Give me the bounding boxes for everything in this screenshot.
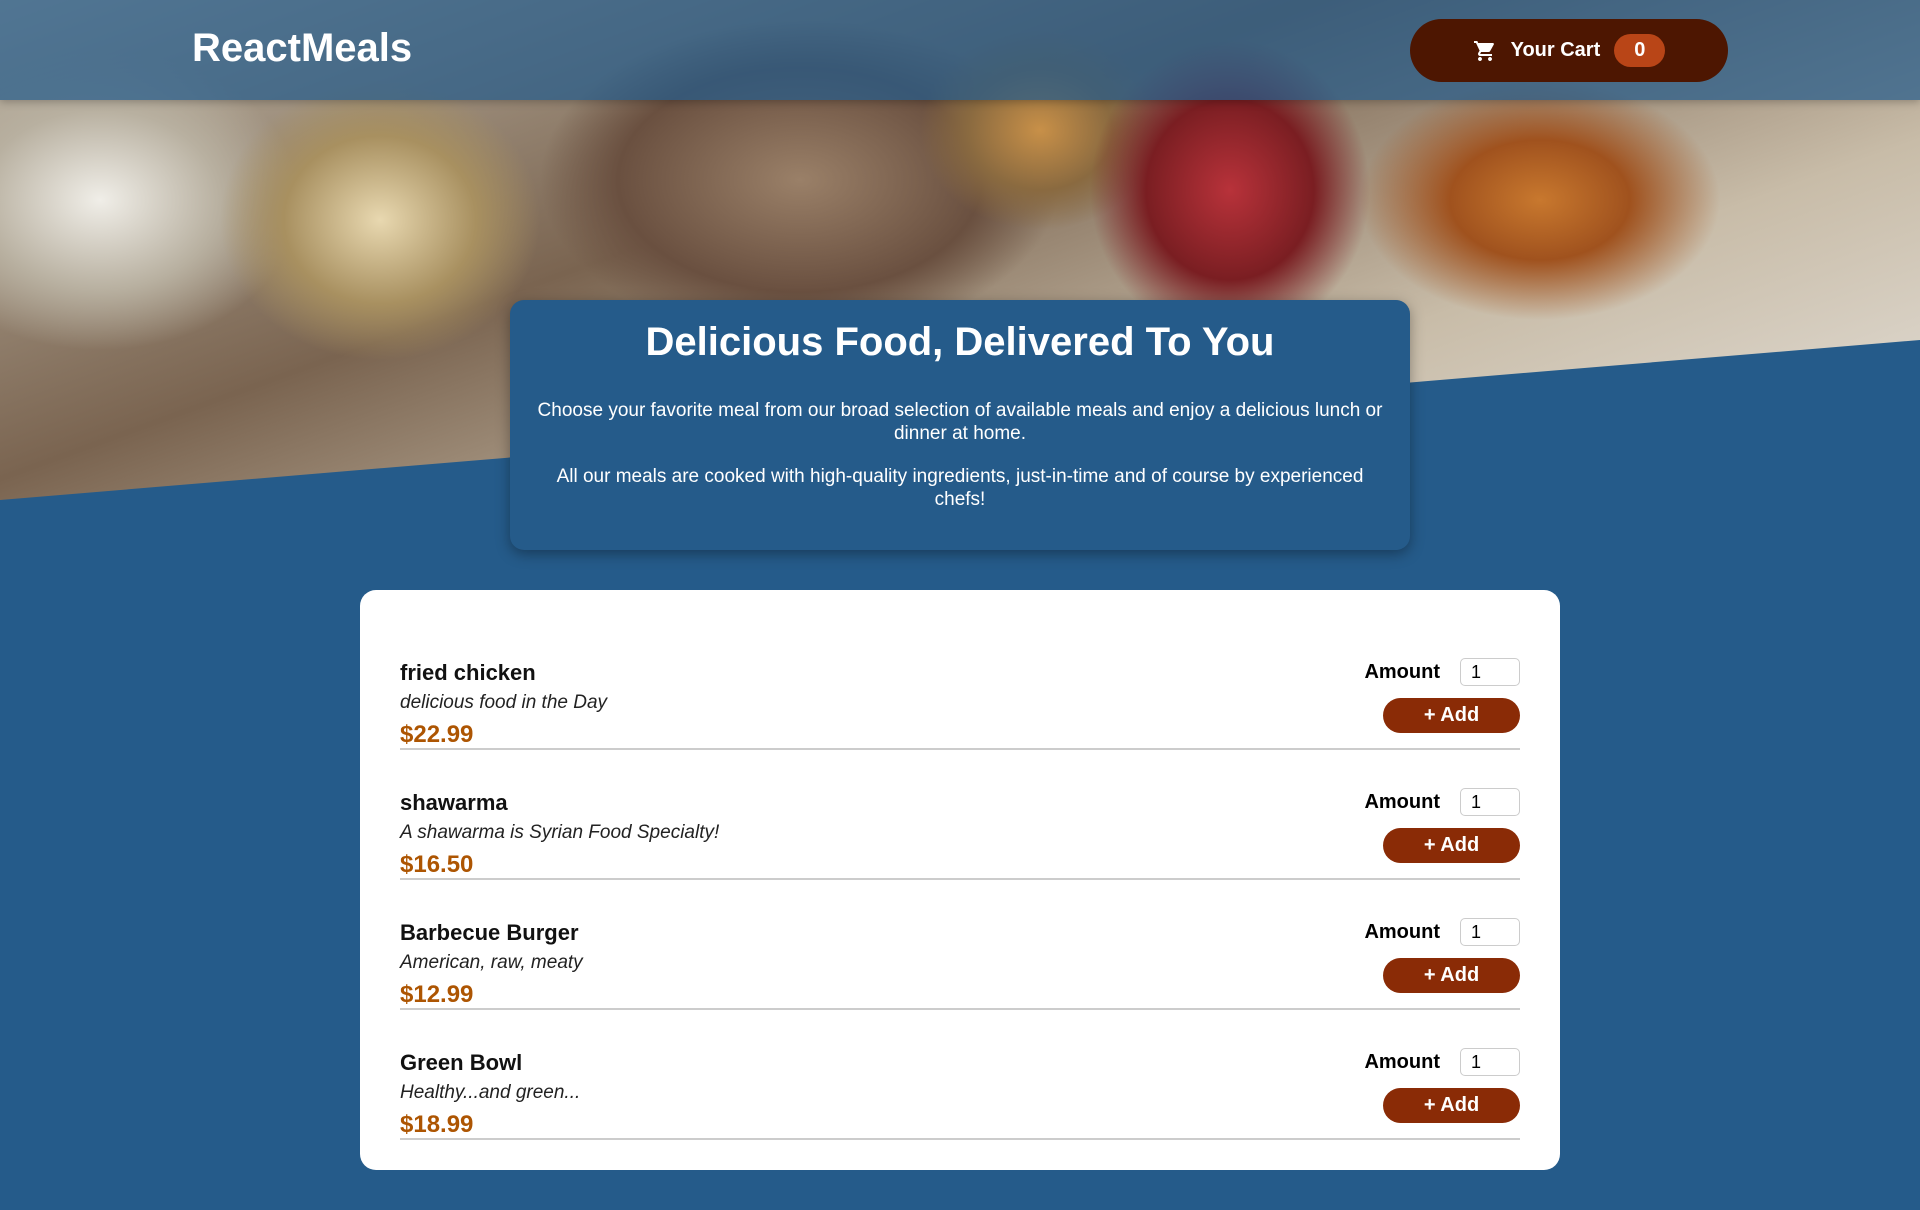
add-button[interactable]: + Add: [1383, 958, 1520, 993]
amount-label: Amount: [1364, 920, 1440, 943]
add-button[interactable]: + Add: [1383, 828, 1520, 863]
amount-input[interactable]: [1460, 1048, 1520, 1076]
amount-input[interactable]: [1460, 788, 1520, 816]
meal-price: $16.50: [400, 851, 474, 878]
amount-label: Amount: [1364, 790, 1440, 813]
amount-field: Amount: [1364, 918, 1520, 946]
add-button[interactable]: + Add: [1383, 1088, 1520, 1123]
cart-label: Your Cart: [1510, 39, 1601, 61]
meal-description: Healthy...and green...: [400, 1082, 581, 1103]
meal-price: $18.99: [400, 1111, 474, 1138]
meals-summary: Delicious Food, Delivered To You Choose …: [510, 300, 1410, 550]
amount-input[interactable]: [1460, 658, 1520, 686]
amount-label: Amount: [1364, 1050, 1440, 1073]
meals-list: fried chicken delicious food in the Day …: [360, 590, 1560, 1170]
amount-field: Amount: [1364, 788, 1520, 816]
meal-price: $12.99: [400, 981, 474, 1008]
meal-item: shawarma A shawarma is Syrian Food Speci…: [400, 750, 1520, 880]
cart-icon: [1473, 40, 1494, 61]
add-button[interactable]: + Add: [1383, 698, 1520, 733]
meal-name: Barbecue Burger: [400, 920, 579, 945]
meal-item: Barbecue Burger American, raw, meaty $12…: [400, 880, 1520, 1010]
meal-name: shawarma: [400, 790, 508, 815]
amount-field: Amount: [1364, 1048, 1520, 1076]
meal-item: fried chicken delicious food in the Day …: [400, 620, 1520, 750]
meal-price: $22.99: [400, 721, 474, 748]
meal-description: A shawarma is Syrian Food Specialty!: [400, 822, 720, 843]
amount-label: Amount: [1364, 660, 1440, 683]
meal-name: fried chicken: [400, 660, 536, 685]
cart-button[interactable]: Your Cart 0: [1410, 19, 1728, 82]
amount-field: Amount: [1364, 658, 1520, 686]
amount-input[interactable]: [1460, 918, 1520, 946]
meal-description: delicious food in the Day: [400, 692, 608, 713]
summary-paragraph: Choose your favorite meal from our broad…: [537, 400, 1383, 444]
header: ReactMeals Your Cart 0: [0, 0, 1920, 100]
app-title: ReactMeals: [192, 26, 413, 70]
summary-paragraph: All our meals are cooked with high-quali…: [556, 466, 1364, 510]
meal-name: Green Bowl: [400, 1050, 523, 1075]
cart-count-badge: 0: [1614, 34, 1666, 67]
meal-description: American, raw, meaty: [400, 952, 583, 973]
meal-item: Green Bowl Healthy...and green... $18.99…: [400, 1010, 1520, 1140]
summary-title: Delicious Food, Delivered To You: [645, 320, 1275, 364]
